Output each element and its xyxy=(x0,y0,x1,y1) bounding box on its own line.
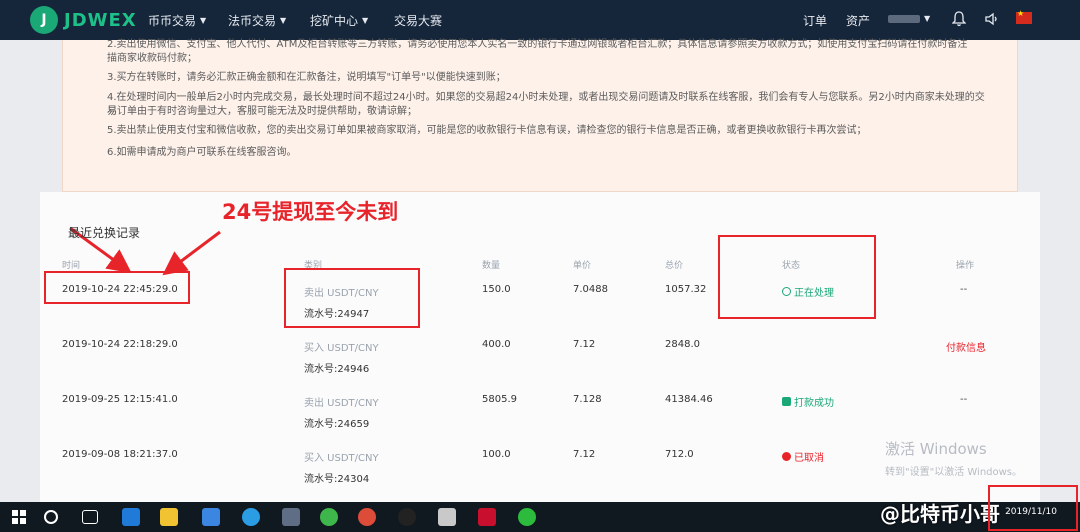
row-price: 7.0488 xyxy=(573,284,608,295)
row-time: 2019-10-24 22:18:29.0 xyxy=(62,339,178,350)
cancel-icon xyxy=(782,452,791,461)
status-label: 打款成功 xyxy=(794,398,834,409)
notice-line: 描商家收款码付款； xyxy=(107,53,197,64)
nav-orders[interactable]: 订单 xyxy=(803,12,827,29)
notice-line: 5.卖出禁止使用支付宝和微信收款，您的卖出交易订单如果被商家取消，可能是您的收款… xyxy=(107,125,867,136)
col-header-qty: 数量 xyxy=(482,261,501,271)
screenshot-root: { "nav": { "logo_text": "JDWEX", "items"… xyxy=(0,0,1080,532)
nav-fiat-trading[interactable]: 法币交易 ▼ xyxy=(228,12,286,29)
row-type: 卖出 USDT/CNY xyxy=(304,398,379,409)
chevron-down-icon: ▼ xyxy=(362,16,369,25)
nav-spot-trading[interactable]: 币币交易 ▼ xyxy=(148,12,206,29)
weibo-watermark: @比特币小哥 xyxy=(880,502,1000,526)
nav-label: 挖矿中心 xyxy=(310,14,359,28)
task-view-icon[interactable] xyxy=(82,510,98,524)
highlight-box-type xyxy=(284,268,420,328)
chevron-down-icon: ▼ xyxy=(200,16,207,25)
chevron-down-icon[interactable]: ▼ xyxy=(924,14,930,23)
nav-label: 币币交易 xyxy=(148,14,197,28)
row-total: 41384.46 xyxy=(665,394,713,405)
nav-mining-center[interactable]: 挖矿中心 ▼ xyxy=(310,12,368,29)
nav-label: 法币交易 xyxy=(228,14,277,28)
speaker-icon[interactable] xyxy=(984,11,1000,27)
status-label: 已取消 xyxy=(794,453,824,464)
annotation-text: 24号提现至今未到 xyxy=(222,200,399,224)
highlight-box-time xyxy=(44,271,190,304)
chevron-down-icon: ▼ xyxy=(280,16,287,25)
row-total: 1057.32 xyxy=(665,284,707,295)
logo-text: JDWEX xyxy=(64,9,137,31)
watermark-line: 激活 Windows xyxy=(885,440,987,458)
windows-start-icon[interactable] xyxy=(12,510,26,524)
col-header-time: 时间 xyxy=(62,261,81,271)
row-price: 7.12 xyxy=(573,449,596,460)
col-header-price: 单价 xyxy=(573,261,592,271)
row-price: 7.12 xyxy=(573,339,596,350)
file-explorer-icon[interactable] xyxy=(160,508,178,526)
row-total: 2848.0 xyxy=(665,339,700,350)
notice-line: 2.卖出使用微信、支付宝、他人代付、ATM及柜台转账等三方转账，请务必使用您本人… xyxy=(107,39,968,50)
status-cancelled: 已取消 xyxy=(782,449,824,464)
row-price: 7.128 xyxy=(573,394,602,405)
highlight-box-status xyxy=(718,235,876,319)
row-qty: 150.0 xyxy=(482,284,511,295)
notice-box: 2.卖出使用微信、支付宝、他人代付、ATM及柜台转账等三方转账，请务必使用您本人… xyxy=(62,39,1018,192)
row-type: 买入 USDT/CNY xyxy=(304,343,379,354)
section-title: 最近兑换记录 xyxy=(68,226,141,240)
logo-icon: J xyxy=(30,6,58,34)
row-qty: 400.0 xyxy=(482,339,511,350)
row-serial: 流水号:24946 xyxy=(304,364,370,375)
highlight-box-clock xyxy=(988,485,1078,531)
chrome-icon[interactable] xyxy=(358,508,376,526)
wechat-icon[interactable] xyxy=(518,508,536,526)
language-flag-icon[interactable] xyxy=(1016,9,1032,24)
edge-browser-icon[interactable] xyxy=(122,508,140,526)
status-success: 打款成功 xyxy=(782,394,834,409)
app-icon[interactable] xyxy=(242,508,260,526)
browser-360-icon[interactable] xyxy=(320,508,338,526)
row-time: 2019-09-25 12:15:41.0 xyxy=(62,394,178,405)
payment-info-link[interactable]: 付款信息 xyxy=(946,339,986,354)
col-header-total: 总价 xyxy=(665,261,684,271)
top-nav: J JDWEX 币币交易 ▼ 法币交易 ▼ 挖矿中心 ▼ 交易大赛 订单 资产 ▼ xyxy=(0,0,1080,40)
qq-icon[interactable] xyxy=(398,508,416,526)
col-header-action: 操作 xyxy=(956,261,975,271)
row-time: 2019-09-08 18:21:37.0 xyxy=(62,449,178,460)
row-type: 买入 USDT/CNY xyxy=(304,453,379,464)
bank-app-icon[interactable] xyxy=(478,508,496,526)
bell-icon[interactable] xyxy=(952,11,966,27)
row-action: -- xyxy=(960,284,968,295)
app-icon[interactable] xyxy=(438,508,456,526)
row-serial: 流水号:24304 xyxy=(304,474,370,485)
row-qty: 5805.9 xyxy=(482,394,517,405)
store-icon[interactable] xyxy=(202,508,220,526)
nav-trading-contest[interactable]: 交易大赛 xyxy=(394,12,442,29)
logo[interactable]: J JDWEX xyxy=(30,6,137,34)
row-action: -- xyxy=(960,394,968,405)
nav-assets[interactable]: 资产 xyxy=(846,12,870,29)
app-icon[interactable] xyxy=(282,508,300,526)
notice-line: 3.买方在转账时，请务必汇款正确金额和在汇款备注，说明填写"订单号"以便能快速到… xyxy=(107,72,506,83)
row-qty: 100.0 xyxy=(482,449,511,460)
row-serial: 流水号:24659 xyxy=(304,419,370,430)
payment-success-icon xyxy=(782,397,791,406)
watermark-line: 转到"设置"以激活 Windows。 xyxy=(885,467,1023,478)
nav-label: 交易大赛 xyxy=(394,14,443,28)
account-menu[interactable] xyxy=(888,15,920,23)
windows-activation-watermark: 激活 Windows 转到"设置"以激活 Windows。 xyxy=(885,438,1022,478)
notice-line: 6.如需申请成为商户可联系在线客服咨询。 xyxy=(107,147,297,158)
row-total: 712.0 xyxy=(665,449,694,460)
search-icon[interactable] xyxy=(44,510,58,524)
notice-line: 易订单由于有时咨询量过大，客服可能无法及时提供帮助，敬请谅解； xyxy=(107,106,417,117)
